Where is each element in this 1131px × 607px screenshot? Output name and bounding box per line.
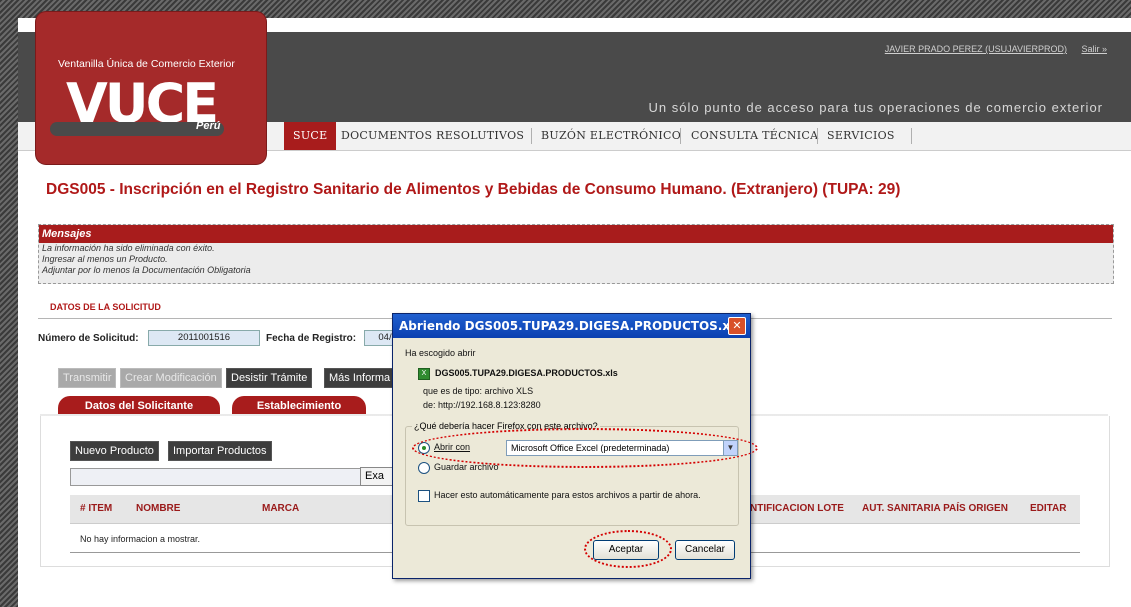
nav-separator bbox=[817, 128, 818, 144]
dialog-title: Abriendo DGS005.TUPA29.DIGESA.PRODUCTOS.… bbox=[393, 314, 750, 338]
desistir-button[interactable]: Desistir Trámite bbox=[226, 368, 313, 388]
nav-separator bbox=[680, 128, 681, 144]
logo-country: Perú bbox=[196, 120, 221, 132]
nav-item-buzon[interactable]: BUZÓN ELECTRÓNICO bbox=[541, 122, 681, 150]
excel-file-icon: X bbox=[418, 368, 430, 380]
user-name-link[interactable]: JAVIER PRADO PEREZ (USUJAVIERPROD) bbox=[885, 44, 1067, 54]
nav-separator bbox=[531, 128, 532, 144]
vuce-logo[interactable]: Ventanilla Única de Comercio Exterior VU… bbox=[36, 12, 266, 164]
dialog-filename: DGS005.TUPA29.DIGESA.PRODUCTOS.xls bbox=[435, 368, 618, 378]
cancel-button[interactable]: Cancelar bbox=[675, 540, 735, 560]
messages-title: Mensajes bbox=[39, 225, 1113, 243]
column-header: NTIFICACION LOTE bbox=[750, 503, 844, 514]
message-line: La información ha sido eliminada con éxi… bbox=[42, 243, 215, 253]
dialog-chosen-text: Ha escogido abrir bbox=[405, 348, 476, 358]
dialog-from: de: http://192.168.8.123:8280 bbox=[423, 400, 541, 410]
nav-item-suce[interactable]: SUCE bbox=[284, 122, 337, 150]
tab-establecimiento[interactable]: Establecimiento bbox=[232, 396, 366, 416]
transmitir-button[interactable]: Transmitir bbox=[58, 368, 117, 388]
column-header: EDITAR bbox=[1030, 503, 1067, 514]
nuevo-producto-button[interactable]: Nuevo Producto bbox=[70, 441, 159, 461]
logo-subtitle: Ventanilla Única de Comercio Exterior bbox=[58, 58, 235, 70]
user-links: JAVIER PRADO PEREZ (USUJAVIERPROD) Salir… bbox=[873, 44, 1107, 54]
logout-link[interactable]: Salir » bbox=[1081, 44, 1107, 54]
nav-item-servicios[interactable]: SERVICIOS bbox=[827, 122, 895, 150]
crear-modificacion-button[interactable]: Crear Modificación bbox=[120, 368, 222, 388]
mas-informacion-button[interactable]: Más Informa bbox=[324, 368, 398, 388]
message-line: Ingresar al menos un Producto. bbox=[42, 254, 168, 264]
numero-label: Número de Solicitud: bbox=[38, 333, 139, 344]
auto-checkbox[interactable] bbox=[418, 490, 430, 502]
tab-datos-solicitante[interactable]: Datos del Solicitante bbox=[58, 396, 220, 416]
nav-item-documentos[interactable]: DOCUMENTOS RESOLUTIVOS bbox=[341, 122, 524, 150]
column-header: AUT. SANITARIA PAÍS ORIGEN bbox=[862, 503, 1008, 514]
close-icon[interactable]: ✕ bbox=[728, 317, 746, 335]
site-tagline: Un sólo punto de acceso para tus operaci… bbox=[648, 100, 1103, 115]
column-header: NOMBRE bbox=[136, 503, 181, 514]
numero-field[interactable]: 2011001516 bbox=[148, 330, 260, 346]
dialog-type: que es de tipo: archivo XLS bbox=[423, 386, 534, 396]
highlight-annotation bbox=[412, 428, 758, 468]
message-line: Adjuntar por lo menos la Documentación O… bbox=[42, 265, 251, 275]
page-title: DGS005 - Inscripción en el Registro Sani… bbox=[46, 181, 901, 198]
column-header: MARCA bbox=[262, 503, 300, 514]
nav-item-consulta[interactable]: CONSULTA TÉCNICA bbox=[691, 122, 818, 150]
column-header: # ITEM bbox=[80, 503, 113, 514]
empty-table-message: No hay informacion a mostrar. bbox=[80, 534, 201, 544]
section-title: DATOS DE LA SOLICITUD bbox=[50, 302, 161, 312]
auto-label[interactable]: Hacer esto automáticamente para estos ar… bbox=[434, 490, 701, 500]
highlight-annotation bbox=[584, 530, 672, 568]
nav-separator bbox=[911, 128, 912, 144]
file-path-input[interactable] bbox=[70, 468, 364, 486]
save-file-radio[interactable] bbox=[418, 462, 430, 474]
messages-box: Mensajes La información ha sido eliminad… bbox=[38, 224, 1114, 284]
importar-productos-button[interactable]: Importar Productos bbox=[168, 441, 272, 461]
background-hatch-left bbox=[0, 0, 18, 607]
fecha-label: Fecha de Registro: bbox=[266, 333, 357, 344]
